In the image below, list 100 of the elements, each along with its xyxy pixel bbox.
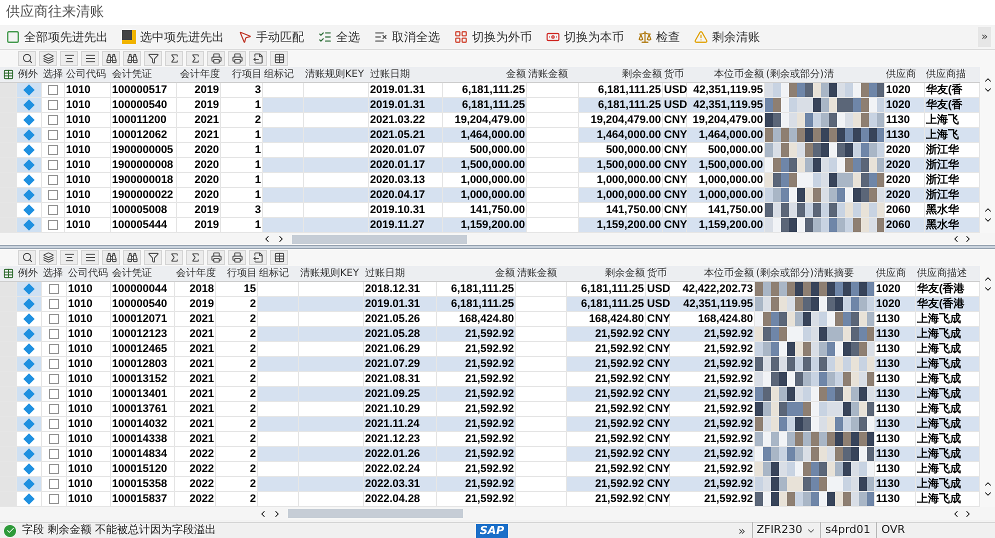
search-button[interactable] <box>18 250 36 265</box>
column-header[interactable]: 会计年度 <box>177 67 221 82</box>
checkbox[interactable] <box>48 220 58 230</box>
checkbox[interactable] <box>48 205 58 215</box>
align-button[interactable] <box>60 51 78 66</box>
export-button[interactable] <box>249 250 267 265</box>
checkbox[interactable] <box>49 479 59 489</box>
column-header[interactable]: 本位币金额 <box>687 67 765 82</box>
table-cell[interactable] <box>516 342 567 356</box>
table-cell[interactable] <box>527 188 579 202</box>
column-header[interactable]: 组标记 <box>258 266 299 281</box>
column-header[interactable]: 公司代码 <box>65 67 111 82</box>
column-header[interactable]: 金额 <box>437 266 516 281</box>
layout-icon[interactable] <box>3 268 14 279</box>
checkbox[interactable] <box>48 100 58 110</box>
layers-button[interactable] <box>39 51 57 66</box>
table-cell[interactable] <box>527 143 579 157</box>
checkbox[interactable] <box>49 449 59 459</box>
printer-button[interactable] <box>207 51 225 66</box>
checkbox[interactable] <box>48 175 58 185</box>
column-header[interactable]: 会计年度 <box>175 266 216 281</box>
toolbar-button[interactable]: 剩余清账 <box>694 28 760 46</box>
table-cell[interactable] <box>527 218 579 232</box>
checkbox[interactable] <box>48 85 58 95</box>
table-cell[interactable] <box>516 327 567 341</box>
column-header[interactable]: 货币 <box>646 266 670 281</box>
table-cell[interactable] <box>516 432 567 446</box>
table-cell[interactable] <box>527 158 579 172</box>
column-header[interactable]: 选择 <box>42 67 65 82</box>
checkbox[interactable] <box>48 145 58 155</box>
print-preview-button[interactable] <box>228 51 246 66</box>
column-header[interactable]: 组标记 <box>263 67 304 82</box>
layout-icon[interactable] <box>3 69 14 80</box>
table-cell[interactable] <box>527 128 579 142</box>
column-header[interactable]: 本位币金额 <box>670 266 755 281</box>
printer-button[interactable] <box>207 250 225 265</box>
checkbox[interactable] <box>48 130 58 140</box>
column-header[interactable]: 例外 <box>17 266 42 281</box>
binoculars-button[interactable] <box>102 250 120 265</box>
column-header[interactable]: 会计凭证 <box>111 67 177 82</box>
more-button[interactable]: » <box>978 27 991 47</box>
table-cell[interactable] <box>527 98 579 112</box>
print-preview-button[interactable] <box>228 250 246 265</box>
table-cell[interactable] <box>527 173 579 187</box>
table-cell[interactable] <box>516 282 567 296</box>
search-button[interactable] <box>18 51 36 66</box>
toolbar-button[interactable]: 检查 <box>638 28 680 46</box>
export-button[interactable] <box>249 51 267 66</box>
column-header[interactable]: 供应商 <box>885 67 925 82</box>
checkbox[interactable] <box>48 160 58 170</box>
column-header[interactable]: 货币 <box>663 67 687 82</box>
toolbar-button[interactable]: 切换为本币 <box>546 28 624 46</box>
checkbox[interactable] <box>49 434 59 444</box>
checkbox[interactable] <box>49 329 59 339</box>
toolbar-button[interactable]: 全选 <box>318 28 360 46</box>
table-cell[interactable] <box>527 83 579 97</box>
checkbox[interactable] <box>49 359 59 369</box>
column-header[interactable]: 过账日期 <box>364 266 437 281</box>
column-header[interactable]: 清账金额 <box>527 67 579 82</box>
expand-button[interactable]: » <box>738 522 746 538</box>
lines-button[interactable] <box>81 250 99 265</box>
toolbar-button[interactable]: 切换为外币 <box>454 28 532 46</box>
table-cell[interactable] <box>516 357 567 371</box>
table-cell[interactable] <box>516 417 567 431</box>
scrollbar-thumb[interactable] <box>288 509 463 518</box>
table-cell[interactable] <box>516 477 567 491</box>
toolbar-button[interactable]: 选中项先进先出 <box>122 28 224 46</box>
column-header[interactable]: 剩余金额 <box>579 67 663 82</box>
scrollbar-thumb[interactable] <box>292 234 467 244</box>
column-header[interactable]: 供应商 <box>875 266 916 281</box>
column-header[interactable]: 公司代码 <box>67 266 111 281</box>
column-header[interactable]: 剩余金额 <box>567 266 646 281</box>
column-header[interactable]: 供应商描述 <box>916 266 980 281</box>
toolbar-button[interactable]: 全部项先进先出 <box>6 28 108 46</box>
table-cell[interactable] <box>516 447 567 461</box>
filter-button[interactable] <box>144 250 162 265</box>
table-cell[interactable] <box>527 203 579 217</box>
checkbox[interactable] <box>49 494 59 504</box>
binoculars-button[interactable] <box>123 250 141 265</box>
toolbar-button[interactable]: 手动匹配 <box>238 28 304 46</box>
checkbox[interactable] <box>49 419 59 429</box>
checkbox[interactable] <box>49 314 59 324</box>
layers-button[interactable] <box>39 250 57 265</box>
column-header[interactable]: (剩余或部分)清账摘要 <box>755 266 875 281</box>
column-header[interactable]: 行项目 <box>221 67 263 82</box>
checkbox[interactable] <box>49 389 59 399</box>
checkbox[interactable] <box>49 404 59 414</box>
table-button[interactable] <box>270 250 288 265</box>
checkbox[interactable] <box>49 464 59 474</box>
table-cell[interactable] <box>516 297 567 311</box>
checkbox[interactable] <box>48 115 58 125</box>
binoculars-button[interactable] <box>102 51 120 66</box>
column-header[interactable]: 清账规则KEY <box>304 67 369 82</box>
column-header[interactable]: 行项目 <box>216 266 258 281</box>
filter-button[interactable] <box>144 51 162 66</box>
table-button[interactable] <box>270 51 288 66</box>
column-header[interactable]: 会计凭证 <box>111 266 175 281</box>
checkbox[interactable] <box>49 299 59 309</box>
subtotal-button[interactable] <box>186 51 204 66</box>
table-cell[interactable] <box>516 387 567 401</box>
